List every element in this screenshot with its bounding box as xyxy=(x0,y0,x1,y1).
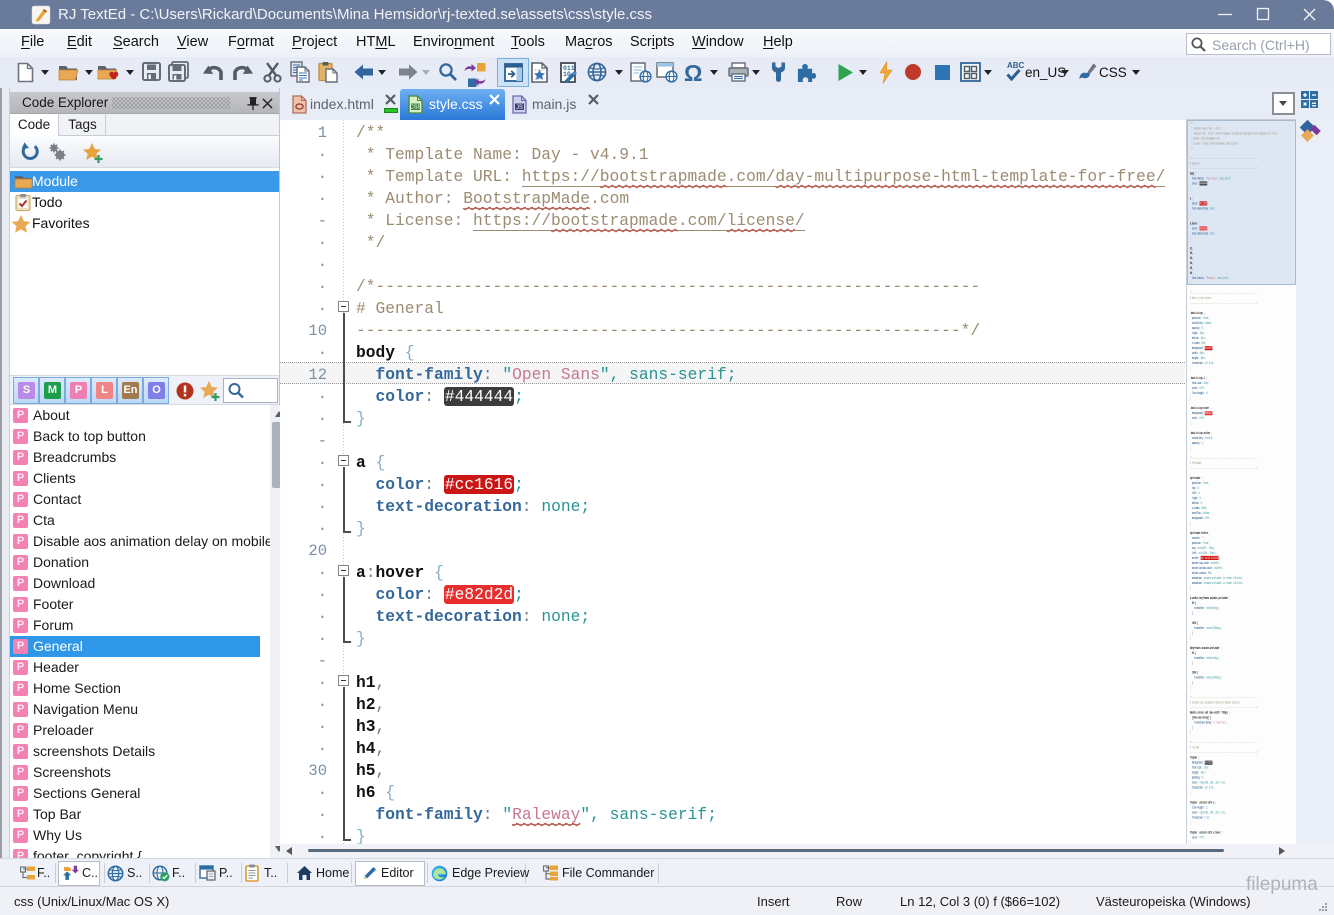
svg-text:JS: JS xyxy=(516,105,523,111)
svg-text:CSS: CSS xyxy=(410,105,422,111)
